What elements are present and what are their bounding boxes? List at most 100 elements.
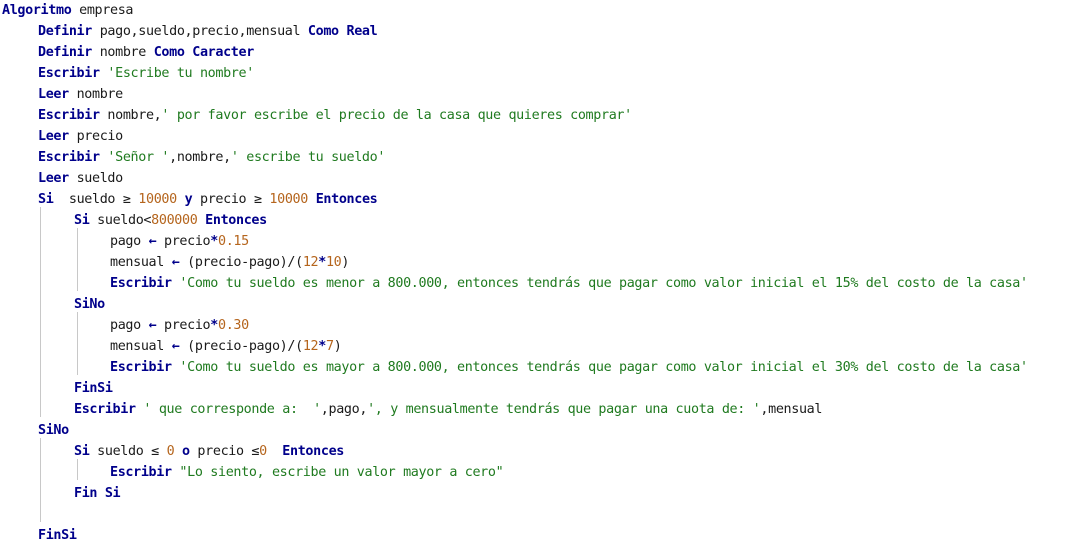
code-text: sueldo ≥ [53,192,139,207]
code-line[interactable]: Escribir "Lo siento, escribe un valor ma… [110,462,504,483]
code-text: mensual [110,255,172,270]
code-text: precio [68,129,124,144]
code-text: pago [110,234,149,249]
keyword: Escribir [38,66,100,81]
string-literal: 'Como tu sueldo es mayor a 800.000, ento… [179,360,1028,375]
code-text: precio ≤ [189,444,260,459]
keyword: Si [74,444,90,459]
code-text: ) [341,255,350,270]
code-text: precio ≥ [192,192,270,207]
code-text: empresa [71,3,134,18]
keyword: Escribir [110,465,172,480]
code-text: (precio-pago)/( [179,339,303,354]
code-line[interactable]: mensual ← (precio-pago)/(12*7) [110,336,342,357]
code-line[interactable]: SiNo [74,294,105,315]
code-text: nombre, [99,108,162,123]
code-line[interactable]: FinSi [74,378,113,399]
code-line[interactable]: mensual ← (precio-pago)/(12*10) [110,252,349,273]
operator: * [210,234,218,249]
operator: * [210,318,218,333]
code-line[interactable]: Leer precio [38,126,123,147]
number-literal: 10000 [269,192,308,207]
keyword: Definir [38,45,92,60]
code-line[interactable]: Algoritmo empresa [2,0,133,21]
number-literal: 12 [302,339,319,354]
code-text: precio [156,234,211,249]
keyword: Leer [38,171,69,186]
number-literal: 10 [325,255,342,270]
code-line[interactable]: Definir pago,sueldo,precio,mensual Como … [38,21,378,42]
code-line[interactable]: Escribir ' que corresponde a: ',pago,', … [74,399,822,420]
code-text: precio [156,318,211,333]
code-line[interactable]: FinSi [38,525,77,546]
keyword: Fin Si [74,486,121,501]
number-literal: 0.30 [217,318,249,333]
keyword: Algoritmo [2,3,72,18]
keyword: SiNo [74,297,105,312]
number-literal: 0.15 [217,234,249,249]
code-line[interactable]: Escribir 'Señor ',nombre,' escribe tu su… [38,147,385,168]
code-line[interactable]: Escribir 'Escribe tu nombre' [38,63,254,84]
code-text: pago [110,318,149,333]
indent-guide-inner-if [77,228,78,291]
code-line[interactable]: pago ← precio*0.30 [110,315,249,336]
keyword: o [182,444,190,459]
code-editor[interactable]: Algoritmo empresa Definir pago,sueldo,pre… [0,0,1075,543]
code-text: sueldo ≤ [89,444,167,459]
keyword: Si [38,192,54,207]
code-text: ,mensual [760,402,823,417]
code-line[interactable]: pago ← precio*0.15 [110,231,249,252]
number-literal: 7 [325,339,334,354]
keyword: Leer [38,87,69,102]
keyword: Escribir [38,150,100,165]
keyword: Escribir [38,108,100,123]
string-literal: 'Señor ' [107,150,170,165]
code-line[interactable]: Si sueldo<800000 Entonces [74,210,267,231]
string-literal: 'Escribe tu nombre' [107,66,254,81]
string-literal: 'Como tu sueldo es menor a 800.000, ento… [179,276,1028,291]
keyword: Leer [38,129,69,144]
keyword: Definir [38,24,92,39]
code-line[interactable]: SiNo [38,420,69,441]
keyword: FinSi [74,381,113,396]
code-text: ,nombre, [169,150,231,165]
keyword: Entonces [315,192,378,207]
keyword: Escribir [110,276,172,291]
string-literal: ' por favor escribe el precio de la casa… [161,108,632,123]
code-line[interactable]: Leer nombre [38,84,123,105]
code-text: ) [333,339,342,354]
code-text: nombre [91,45,154,60]
number-literal: 0 [259,444,267,459]
indent-guide-inner-else [77,312,78,375]
code-line[interactable]: Escribir 'Como tu sueldo es menor a 800.… [110,273,1028,294]
code-line[interactable]: Si sueldo ≤ 0 o precio ≤0 Entonces [74,441,344,462]
keyword: SiNo [38,423,69,438]
code-text: sueldo [68,171,124,186]
code-line[interactable]: Definir nombre Como Caracter [38,42,254,63]
number-literal: 10000 [138,192,177,207]
code-line[interactable]: Si sueldo ≥ 10000 y precio ≥ 10000 Enton… [38,189,378,210]
code-text: (precio-pago)/( [179,255,303,270]
indent-guide-outer-else [40,438,41,522]
code-line[interactable]: Fin Si [74,483,121,504]
indent-guide-outer-if [40,207,41,417]
code-line[interactable]: Escribir nombre,' por favor escribe el p… [38,105,632,126]
code-text: pago,sueldo,precio,mensual [91,24,308,39]
string-literal: ' que corresponde a: ' [143,402,321,417]
operator: * [318,339,326,354]
code-line[interactable]: Leer sueldo [38,168,123,189]
code-text: sueldo< [89,213,152,228]
keyword: Escribir [74,402,136,417]
code-text: nombre [68,87,124,102]
keyword: Entonces [282,444,344,459]
code-text: ,pago, [320,402,368,417]
indent-guide-else-if [77,459,78,480]
keyword: FinSi [38,528,77,543]
code-line[interactable]: Escribir 'Como tu sueldo es mayor a 800.… [110,357,1028,378]
number-literal: 12 [302,255,319,270]
keyword: Si [74,213,90,228]
string-literal: ', y mensualmente tendrás que pagar una … [367,402,761,417]
